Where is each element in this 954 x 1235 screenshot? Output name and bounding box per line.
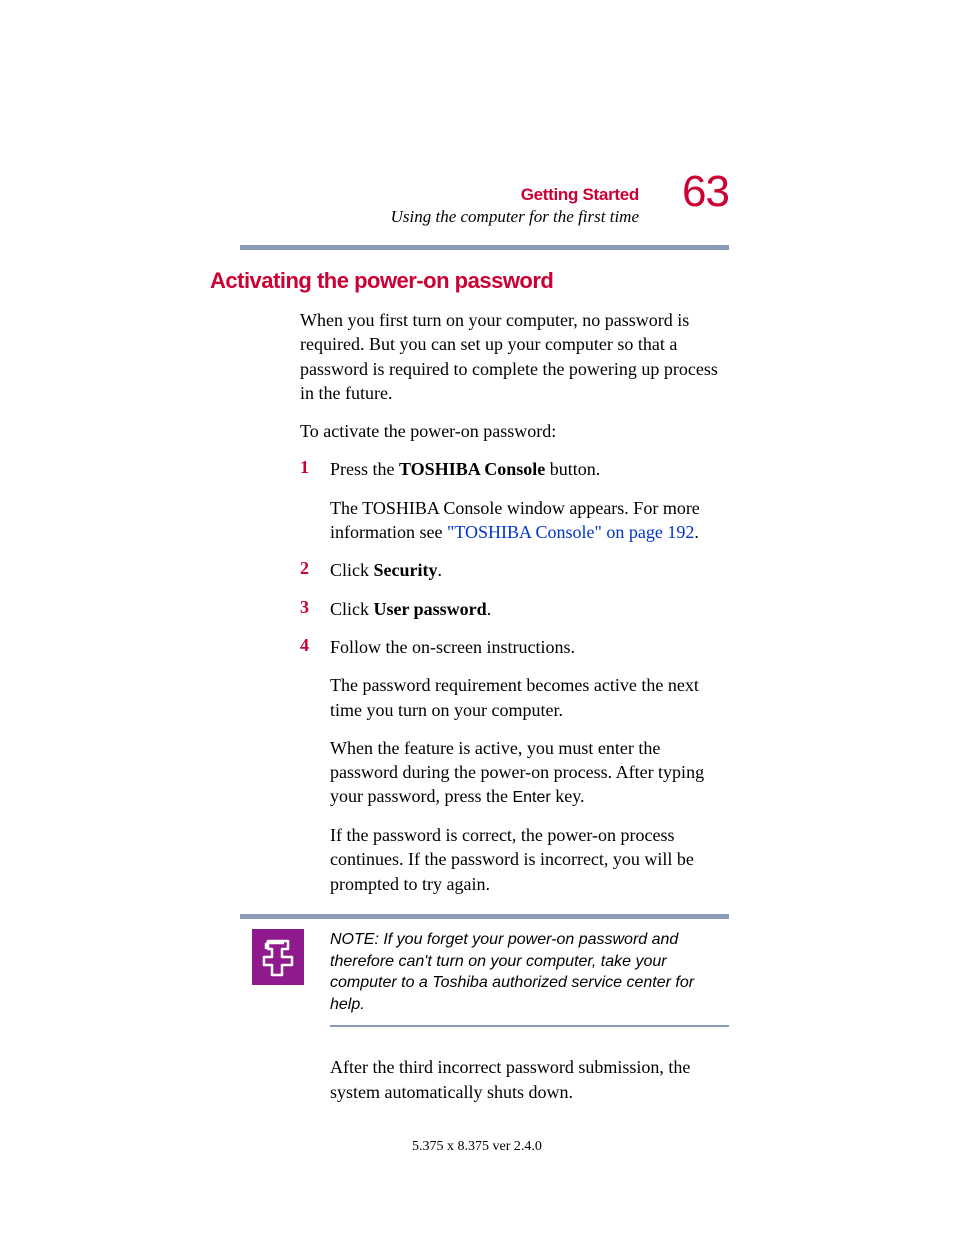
section-subtitle: Using the computer for the first time [240,207,639,227]
cross-reference-link[interactable]: "TOSHIBA Console" on page 192 [447,522,694,542]
step-4-sub1: The password requirement becomes active … [330,673,729,722]
step-4-sub3: If the password is correct, the power-on… [330,823,729,896]
text: . [437,560,442,580]
note-block: NOTE: If you forget your power-on passwo… [240,914,729,1027]
step-number: 4 [300,635,330,656]
step-body: Click Security. [330,558,729,582]
header-rule [240,245,729,250]
intro-paragraph: When you first turn on your computer, no… [300,308,729,405]
note-content: NOTE: If you forget your power-on passwo… [240,919,729,1025]
after-note-paragraph: After the third incorrect password submi… [330,1055,729,1104]
text: . [694,522,699,542]
text: Click [330,599,374,619]
note-rule [330,1025,729,1027]
step-body: Follow the on-screen instructions. [330,635,729,659]
page-header: Getting Started Using the computer for t… [240,185,729,250]
page-number: 63 [682,167,729,217]
steps-list: 1 Press the TOSHIBA Console button. The … [300,457,729,895]
step-number: 3 [300,597,330,618]
step-number: 2 [300,558,330,579]
step-1: 1 Press the TOSHIBA Console button. [300,457,729,481]
bold-text: TOSHIBA Console [399,459,545,479]
step-4-sub2: When the feature is active, you must ent… [330,736,729,809]
step-body: Click User password. [330,597,729,621]
chapter-title: Getting Started [240,185,639,205]
step-number: 1 [300,457,330,478]
text: Press the [330,459,399,479]
step-2: 2 Click Security. [300,558,729,582]
text: Click [330,560,374,580]
step-3: 3 Click User password. [300,597,729,621]
lead-in-text: To activate the power-on password: [300,419,729,443]
note-text: NOTE: If you forget your power-on passwo… [330,929,729,1015]
bold-text: User password [374,599,487,619]
bold-text: Security [374,560,438,580]
note-hand-icon [252,929,304,985]
note-icon-wrap [240,929,330,985]
text: key. [551,786,585,806]
text: . [487,599,492,619]
key-name: Enter [512,789,550,806]
header-text: Getting Started Using the computer for t… [240,185,729,227]
document-page: Getting Started Using the computer for t… [0,0,954,1104]
step-1-sub: The TOSHIBA Console window appears. For … [330,496,729,545]
section-heading: Activating the power-on password [210,268,729,294]
text: button. [545,459,600,479]
step-body: Press the TOSHIBA Console button. [330,457,729,481]
page-footer: 5.375 x 8.375 ver 2.4.0 [0,1139,954,1155]
step-4: 4 Follow the on-screen instructions. [300,635,729,659]
